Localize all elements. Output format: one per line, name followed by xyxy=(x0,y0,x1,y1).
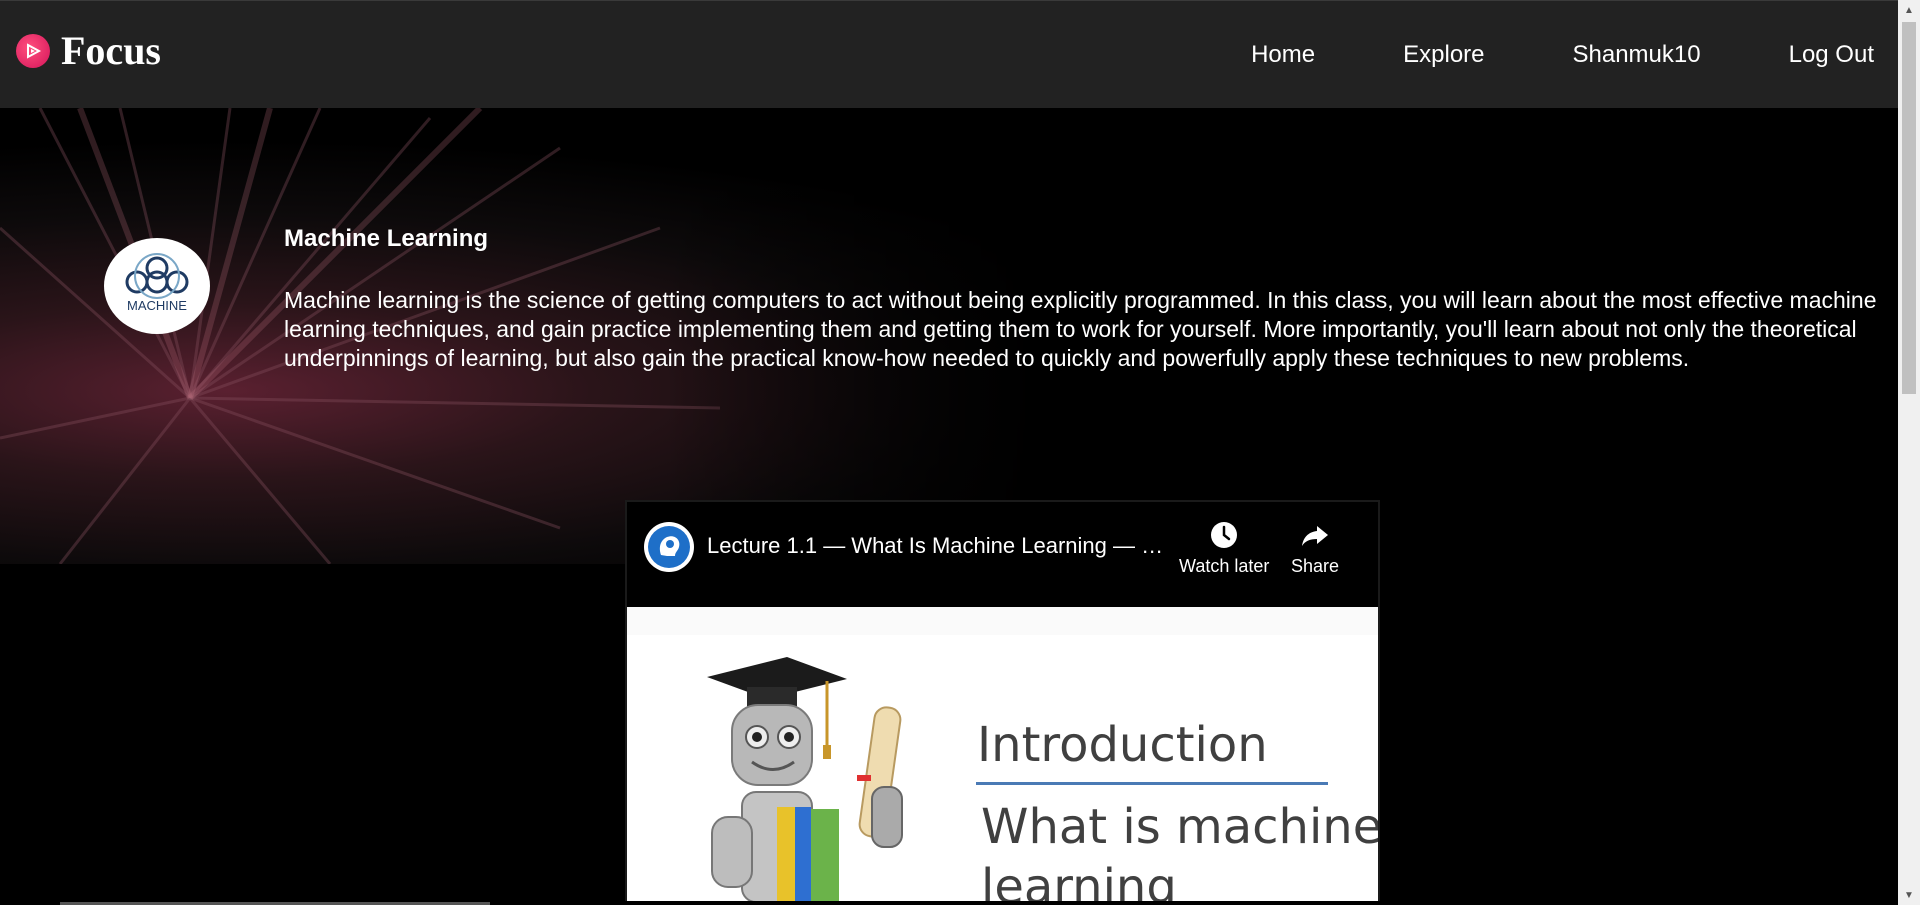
slide-top-strip xyxy=(627,607,1378,635)
video-title[interactable]: Lecture 1.1 — What Is Machine Learning —… xyxy=(707,533,1167,559)
video-title-bar: Lecture 1.1 — What Is Machine Learning —… xyxy=(627,502,1378,607)
channel-avatar[interactable] xyxy=(644,522,694,572)
nav-profile-link[interactable]: Shanmuk10 xyxy=(1573,41,1701,69)
vertical-scrollbar[interactable]: ▲ ▼ xyxy=(1898,0,1920,905)
nav-logout-link[interactable]: Log Out xyxy=(1789,41,1874,69)
page: Focus Home Explore Shanmuk10 Log Out MAC… xyxy=(0,0,1920,905)
robot-graduate-illustration xyxy=(707,657,903,903)
course-logo: MACHINE xyxy=(104,238,210,334)
machine-learning-logo-icon: MACHINE xyxy=(125,253,189,313)
course-description: Machine learning is the science of getti… xyxy=(284,287,1877,371)
slide-divider xyxy=(976,782,1328,785)
brand[interactable]: Focus xyxy=(16,31,161,71)
scroll-thumb[interactable] xyxy=(1902,22,1916,394)
slide-heading: Introduction xyxy=(977,717,1268,773)
horizontal-scrollbar[interactable] xyxy=(0,901,1898,905)
top-navbar: Focus Home Explore Shanmuk10 Log Out xyxy=(0,0,1898,108)
course-title: Machine Learning xyxy=(284,225,489,252)
share-button[interactable]: Share xyxy=(1291,520,1339,577)
svg-text:MACHINE: MACHINE xyxy=(127,298,187,313)
nav-home-link[interactable]: Home xyxy=(1251,41,1315,69)
nav-links: Home Explore Shanmuk10 Log Out xyxy=(1163,1,1874,109)
nav-explore-link[interactable]: Explore xyxy=(1403,41,1484,69)
watch-later-label: Watch later xyxy=(1179,556,1270,576)
video-thumbnail[interactable]: Introduction What is machine learning xyxy=(627,607,1380,905)
course-hero: MACHINE Machine Learning Machine learnin… xyxy=(0,108,1898,564)
watch-later-button[interactable]: Watch later xyxy=(1179,520,1269,577)
clock-icon xyxy=(1211,522,1238,548)
play-circle-icon xyxy=(16,34,50,68)
scroll-down-arrow-icon[interactable]: ▼ xyxy=(1898,885,1920,905)
share-arrow-icon xyxy=(1302,526,1329,546)
channel-logo-icon xyxy=(648,526,690,568)
brand-name: Focus xyxy=(61,28,161,73)
scroll-up-arrow-icon[interactable]: ▲ xyxy=(1898,0,1920,20)
share-label: Share xyxy=(1291,556,1340,576)
slide-subheading: What is machine learning xyxy=(981,799,1380,905)
video-player[interactable]: Lecture 1.1 — What Is Machine Learning —… xyxy=(625,500,1380,905)
